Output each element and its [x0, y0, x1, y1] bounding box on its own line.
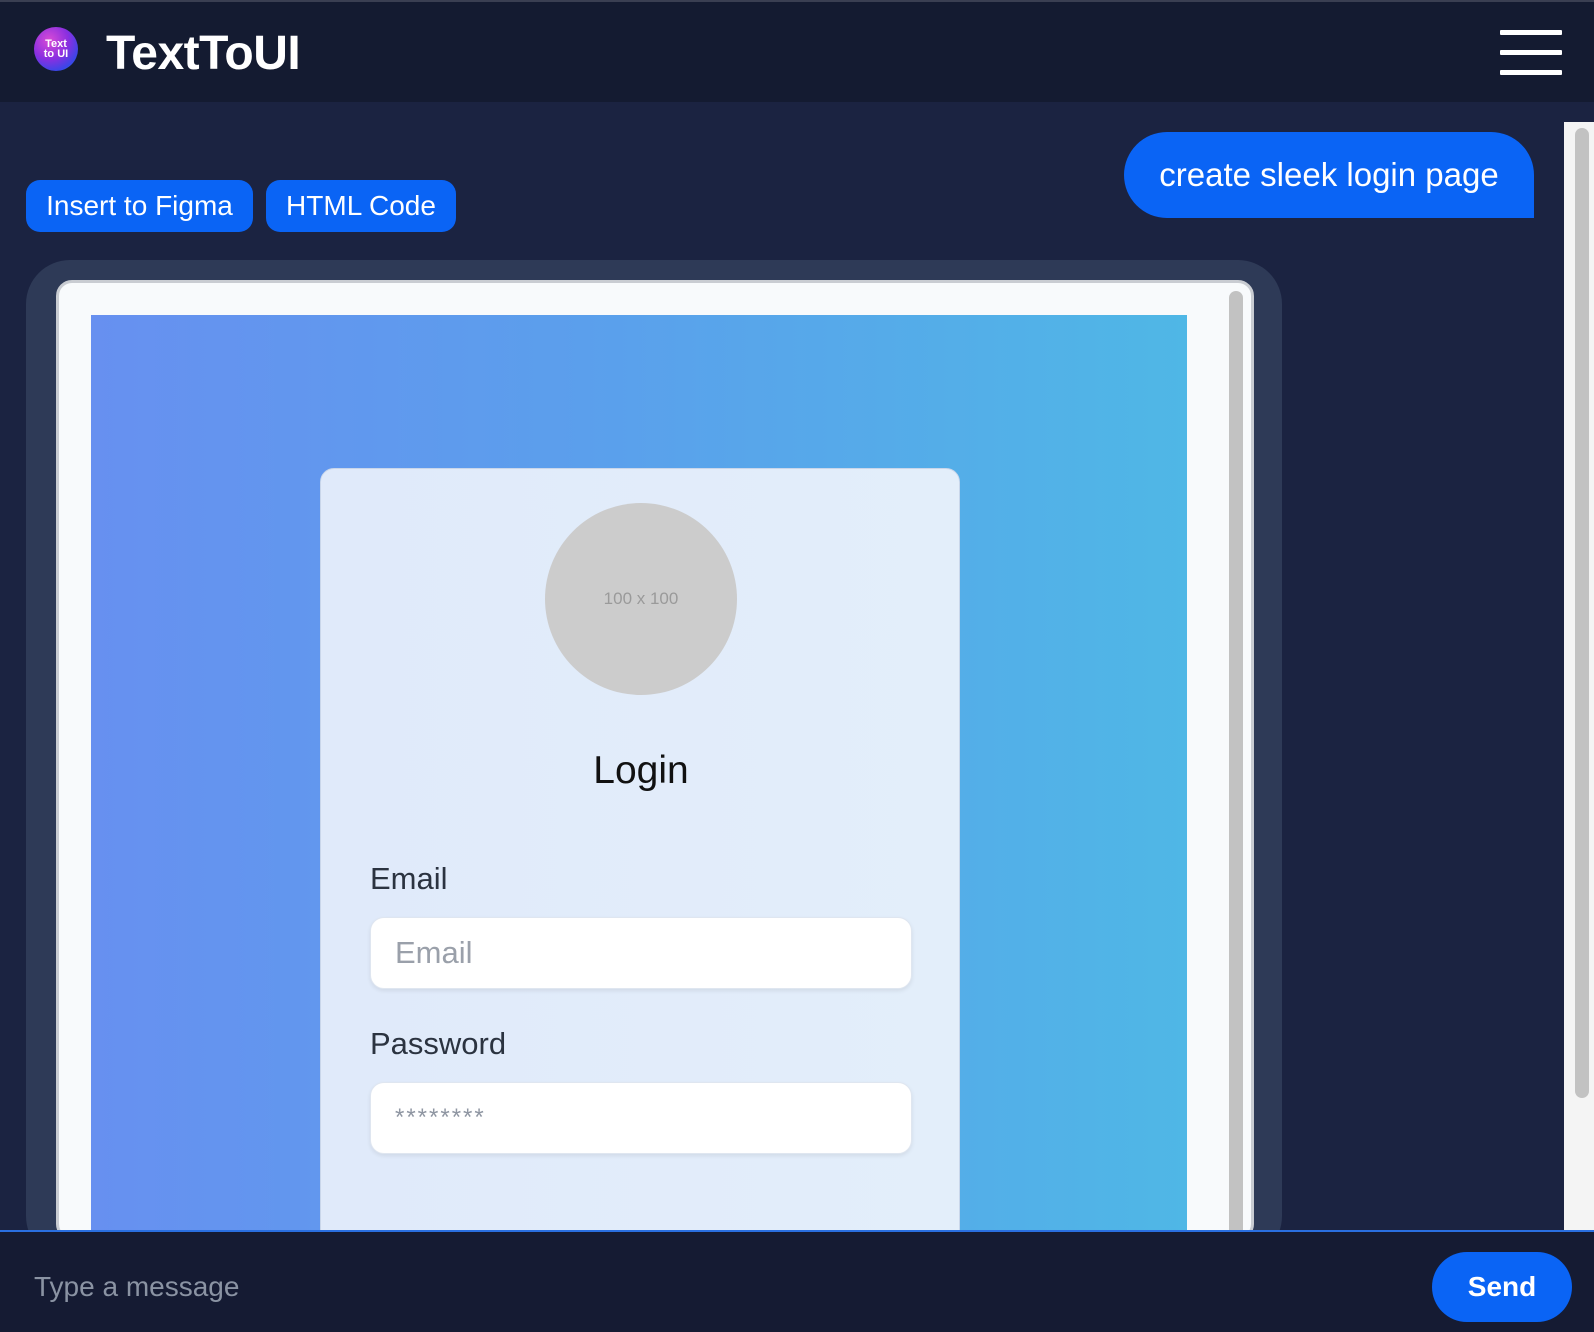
avatar-placeholder-label: 100 x 100 [603, 589, 679, 608]
menu-bar [1500, 50, 1562, 55]
chat-area[interactable]: create sleek login page Insert to Figma … [0, 102, 1564, 1230]
app-root: Text to UI TextToUI create sleek login p… [0, 0, 1594, 1332]
user-message-bubble: create sleek login page [1124, 132, 1534, 218]
insert-to-figma-button[interactable]: Insert to Figma [26, 180, 253, 232]
page-scrollbar-thumb[interactable] [1575, 128, 1589, 1098]
menu-bar [1500, 30, 1562, 35]
email-placeholder: Email [395, 935, 473, 970]
menu-bar [1500, 70, 1562, 75]
message-input[interactable] [34, 1270, 1334, 1304]
login-background: 100 x 100 Login Email Email Password ***… [91, 315, 1187, 1230]
password-field[interactable]: ******** [370, 1082, 912, 1154]
email-field[interactable]: Email [370, 917, 912, 989]
password-placeholder: ******** [395, 1104, 486, 1131]
logo-text-line2: to UI [43, 48, 69, 60]
preview-frame[interactable]: 100 x 100 Login Email Email Password ***… [56, 280, 1254, 1230]
password-label: Password [370, 1026, 507, 1061]
hamburger-menu-icon[interactable] [1500, 30, 1562, 76]
send-button[interactable]: Send [1432, 1252, 1572, 1322]
avatar-placeholder: 100 x 100 [545, 503, 737, 695]
html-code-button[interactable]: HTML Code [266, 180, 456, 232]
brand-title: TextToUI [106, 27, 301, 80]
texttoui-logo: Text to UI [34, 27, 78, 71]
top-header: Text to UI TextToUI [0, 0, 1594, 102]
preview-scrollbar[interactable] [1229, 291, 1243, 1230]
message-composer: Send [0, 1230, 1594, 1332]
email-label: Email [370, 861, 448, 896]
login-title: Login [593, 749, 689, 792]
login-card: 100 x 100 Login Email Email Password ***… [320, 468, 960, 1230]
